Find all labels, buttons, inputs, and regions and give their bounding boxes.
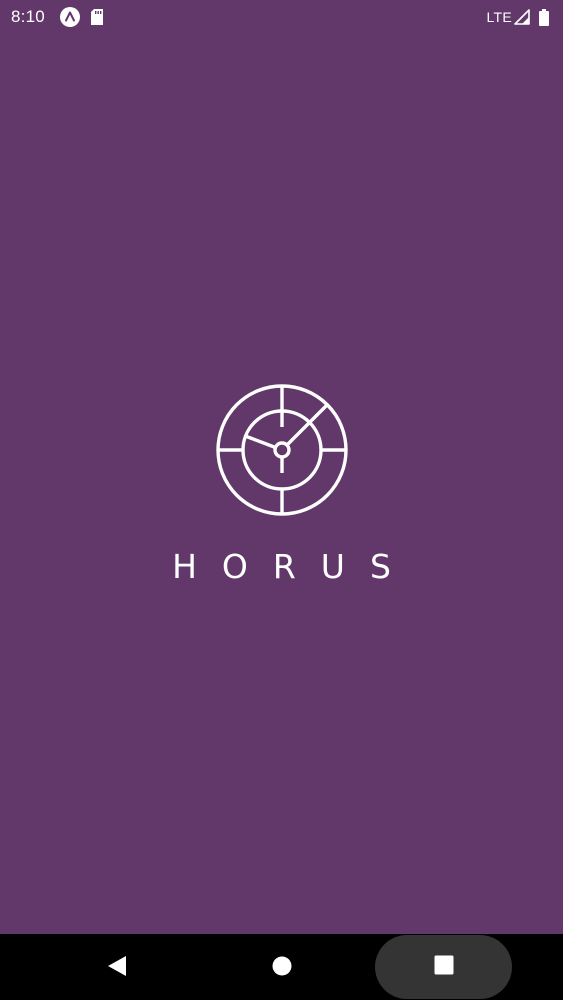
home-circle-icon xyxy=(272,956,292,981)
back-button[interactable] xyxy=(100,951,134,985)
status-time: 8:10 xyxy=(11,7,45,26)
sd-card-icon xyxy=(90,9,103,25)
battery-icon xyxy=(539,8,549,26)
app-notification-icon xyxy=(59,7,80,27)
brand-name: HORUS xyxy=(172,547,416,586)
cell-signal-icon xyxy=(514,9,530,25)
recents-square-icon xyxy=(434,955,454,980)
status-left-group: 8:10 xyxy=(11,0,103,34)
status-bar: 8:10 LTE xyxy=(0,0,563,34)
back-triangle-icon xyxy=(107,955,127,982)
navigation-bar xyxy=(0,934,563,1000)
horus-radar-logo-icon xyxy=(215,383,349,517)
status-right-group: LTE xyxy=(486,0,549,34)
home-button[interactable] xyxy=(265,951,299,985)
network-type-label: LTE xyxy=(486,9,512,25)
splash-screen: HORUS xyxy=(0,34,563,934)
recents-button[interactable] xyxy=(375,935,512,999)
